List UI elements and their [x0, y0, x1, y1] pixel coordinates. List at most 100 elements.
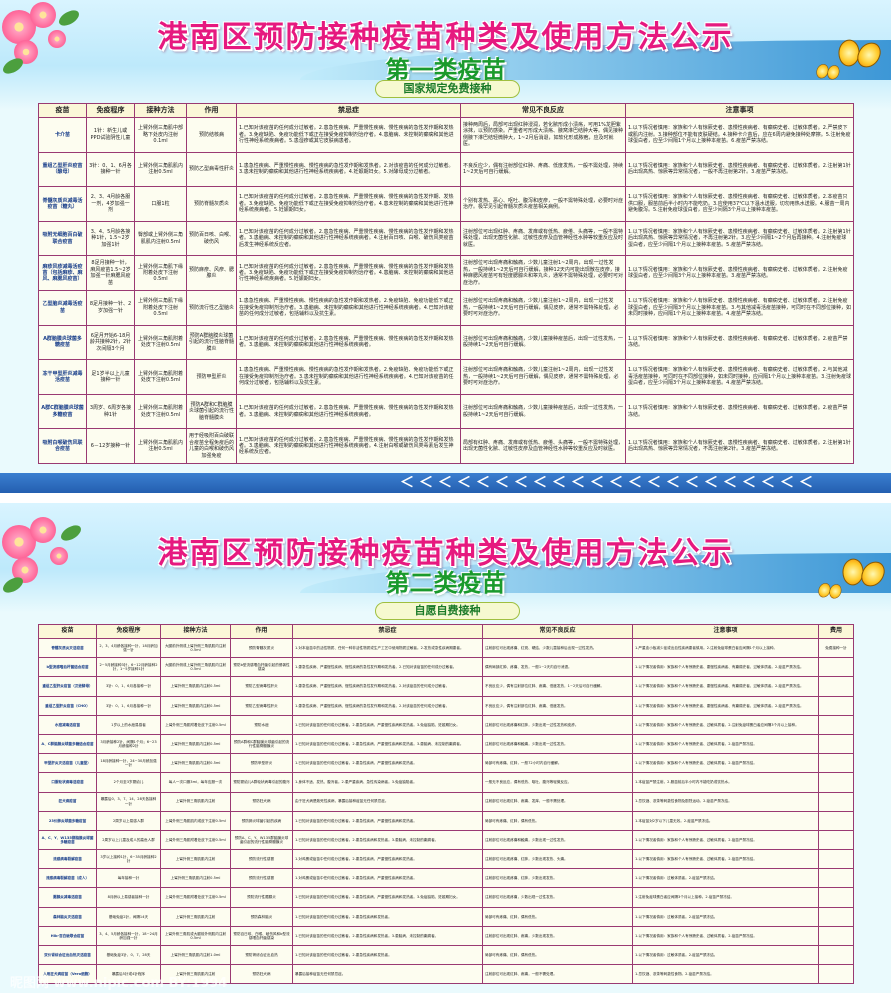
table-cell: 预防乙型病毒性肝炎: [186, 151, 237, 188]
table-cell: 注射部位可出现疼痛和触痛，少数儿童接种疫苗后，出现一过性发热，一般持续1~2天后…: [460, 324, 626, 361]
table-cell: 1.已知对该疫苗的任何成分过敏者。2.患急性疾病、严重慢性疾病和发热者。3.免疫…: [292, 714, 483, 735]
vaccine-name-cell: A、C、Y、W135群脑膜炎球菌多糖疫苗: [38, 829, 97, 851]
table-cell: 1.已知对该疫苗的任何成分过敏者。2.患急性疾病、严重慢性疾病、慢性疾病的急性发…: [236, 428, 461, 464]
table-cell: [818, 829, 854, 851]
table-cell: 预防乙型病毒性肝炎: [230, 676, 293, 697]
table-row: 卡介苗 1针：新生儿或PPD试验阴性儿童 上臂外侧三角肌中部略下处皮内注射0.1ml…: [38, 117, 854, 153]
table-cell: 局部可有疼痛、红肿，偶有低热。: [482, 906, 633, 927]
table-cell: 1.已知对该疫苗的任何成分过敏者。2.患急性疾病和发热者。: [292, 944, 483, 966]
table-cell: 预防A、C、Y、W135群脑膜炎球菌引起的流行性脑脊髓膜炎: [230, 829, 293, 851]
table-cell: 注射部位可出现疼痛和触痛，少数出现一过性发热。: [482, 829, 633, 851]
table-cell: 注射部位可出现疼痛和触痛，少数儿童注射1~2周内，出现一过性发热，一般持续1~2…: [460, 255, 626, 291]
vaccine-name-cell: 双价肾综合征出血热灭活疫苗: [38, 944, 97, 966]
table-cell: 注射部位可出现红肿、疼痛，少数出现发热。: [482, 925, 633, 947]
table-row: 双价肾综合征出血热灭活疫苗 基础免疫3针，0、7、28天 上臂外侧三角肌肌内注射1.…: [38, 944, 854, 966]
table-cell: 上臂外侧三角肌肌内注射: [160, 849, 231, 870]
table-cell: 预防百日咳、白喉、破伤风和b型流感嗜血杆菌感染: [230, 925, 293, 947]
table-cell: 上臂外侧三角肌附着处皮下注射0.5ml: [134, 324, 187, 361]
table-cell: 3针：0、1、6月各接种一针: [86, 151, 135, 188]
vaccine-name-cell: 冻干甲型肝炎减毒活疫苗: [38, 359, 87, 395]
table-cell: 1针：新生儿或PPD试验阴性儿童: [86, 117, 135, 153]
table-cell: 1.以下情况者慎用：家族和个人有惊厥史者、过敏体质者。2.疫苗严禁冻结。: [632, 849, 819, 870]
table-cell: 局部可有疼痛、红肿，一般72小时内自行缓解。: [482, 753, 633, 774]
table-cell: 1.忌饮酒、浓茶等刺激性食物。2.疫苗严禁冻结。: [632, 964, 819, 985]
table-cell: 8足月接种一针、2岁加强一针: [86, 289, 135, 326]
vaccine-name-cell: 森林脑炎灭活疫苗: [38, 906, 97, 927]
table-cell: 上臂外侧三角肌肌内注射1.0ml: [160, 944, 231, 966]
table-cell: 1.以下情况者慎用：家族和个人有惊厥史者、过敏体质者。2.疫苗严禁冻结。: [632, 733, 819, 755]
table-cell: [818, 810, 854, 831]
table-cell: 1.已知对该疫苗的任何成分过敏者。2.患急性疾病、严重慢性疾病、慢性疾病的急性发…: [236, 117, 461, 153]
table-cell: 注射部位可出现疼痛和触痛，少数儿童注射1~2周内，出现一过性发热，一般持续1~2…: [460, 289, 626, 326]
table-cell: 预防狂犬病: [230, 791, 293, 812]
column-header: 禁忌症: [292, 624, 483, 639]
table-cell: 注射部位可出现疼痛、红肿，少数出现发热、头痛。: [482, 849, 633, 870]
table-cell: 1.已知对该疫苗的任何成分过敏者。2.患急性疾病、严重慢性疾病和发热者。3.患脑…: [292, 733, 483, 755]
vaccine-name-cell: 23价肺炎球菌多糖疫苗: [38, 810, 97, 831]
table-cell: 注射部位可出现疼痛，少数出现一过性发热。: [482, 887, 633, 908]
table-cell: 3周岁、6周岁各接种1针: [86, 393, 135, 430]
table-cell: 预防肺炎球菌引起的疾病: [230, 810, 293, 831]
table-cell: 上臂外侧三角肌肌内注射0.5ml: [160, 868, 231, 889]
table-cell: 1.以下情况者慎用：家族和个人有惊厥史者、过敏体质者。2.注射免疫球蛋白者应间隔…: [632, 714, 819, 735]
table-cell: 预防流行性腮腺炎: [230, 887, 293, 908]
table-cell: 8月龄以上易感者接种一针: [96, 887, 161, 908]
table-cell: 偶有局部红肿、疼痛、发热，一般1~2天内自行消退。: [482, 657, 633, 678]
table-cell: 不良反应少，偶有注射部位红肿、疼痛、低度发热。: [482, 695, 633, 716]
section-title: 第二类疫苗: [385, 568, 506, 597]
vaccine-name-cell: 麻疹风疹减毒活疫苗（包括麻疹、麻风、麻腮风疫苗）: [38, 255, 87, 291]
table-cell: 口服1粒: [134, 186, 187, 222]
table-cell: 预防狂犬病: [230, 964, 293, 985]
table-cell: 3岁以上接种1针，6~35月龄接种2针: [96, 849, 161, 870]
table-cell: 18月龄接种一针，24~30月龄加强一针: [96, 753, 161, 774]
column-header: 禁忌症: [236, 103, 461, 118]
table-cell: 预防流行性感冒: [230, 849, 293, 870]
table-cell: 不良反应少，偶有注射部位红肿、疼痛、低度发热，1~2天后可自行缓解。: [482, 676, 633, 697]
table-cell: 1.以下情况者慎用：过敏体质者。2.疫苗严禁冻结。: [632, 868, 819, 889]
table-row: 口服轮状病毒活疫苗 2个月至3岁婴幼儿 每人一次口服3ml，每年应服一次 预防婴幼儿A…: [38, 772, 854, 793]
column-header: 疫苗: [38, 624, 97, 639]
table-cell: 1.患急性疾病、严重慢性疾病、慢性疾病的急性发作期和发热者。2.对该疫苗的任何成…: [292, 676, 483, 697]
table-cell: [818, 714, 854, 735]
table-cell: 足1岁半以上儿童接种一针: [86, 359, 135, 395]
table-cell: 1.患急性疾病、严重慢性疾病、慢性疾病的急性发作期和发热者。2.免疫缺陷、免疫功…: [236, 359, 461, 395]
vaccine-name-cell: 脊髓灰质炎灭活疫苗: [38, 637, 97, 659]
table-cell: 预防脊髓灰质炎: [230, 637, 293, 659]
table-cell: 上臂外侧三角肌肌内注射0.5ml: [160, 695, 231, 716]
table-row: 重组乙型肝炎疫苗（CHO） 3针：0、1、6月各接种一针 上臂外侧三角肌肌内注射0.…: [38, 695, 854, 716]
table-cell: 1.本疫苗对2岁以下儿童无效。2.疫苗严禁冻结。: [632, 810, 819, 831]
column-header: 常见不良反应: [482, 624, 633, 639]
table-cell: [818, 944, 854, 966]
vaccine-name-cell: A、C群脑膜炎球菌多糖结合疫苗: [38, 733, 97, 755]
table-cell: 预防甲型肝炎: [186, 359, 237, 395]
column-header: 免疫程序: [96, 624, 161, 639]
table-cell: 1.患急性疾病、严重慢性疾病、慢性疾病的急性发作期和发热者。2.对该疫苗的任何成…: [292, 695, 483, 716]
table-cell: 臀部或上臂外侧三角肌肌内注射0.5ml: [134, 220, 187, 257]
table-cell: 上臂外侧三角肌肌内注射0.5ml: [160, 753, 231, 774]
table-cell: 基础免疫2针，间隔14天: [96, 906, 161, 927]
table-cell: 预防结核病: [186, 117, 237, 153]
table-cell: 预防森林脑炎: [230, 906, 293, 927]
table-cell: 注射部位可出现疼痛和触痛，少数儿童注射1~2周内，出现一过性发热，一般持续1~2…: [460, 359, 626, 395]
table-cell: 3、4、5月龄各接种1针，1.5~2岁加强1针: [86, 220, 135, 257]
table-cell: 2周岁以上易感人群: [96, 810, 161, 831]
table-cell: 1.已知对该疫苗的任何成分过敏者。2.患急性疾病和发热者。3.患脑病、未控制的癫…: [292, 829, 483, 851]
vaccine-name-cell: b型流感嗜血杆菌结合疫苗: [38, 657, 97, 678]
table-cell: 1岁以上的水痘易感者: [96, 714, 161, 735]
table-cell: [818, 676, 854, 697]
table-cell: [818, 772, 854, 793]
column-header: 常见不良反应: [460, 103, 626, 118]
table-cell: 预防水痘: [230, 714, 293, 735]
table-cell: 上臂外侧三角肌肌内注射0.5ml: [134, 428, 187, 464]
section-badge: 自愿自费接种: [375, 602, 520, 620]
table-cell: 暴露后0、3、7、14、28天各接种一针: [96, 791, 161, 812]
table-cell: 3针：0、1、6月各接种一针: [96, 676, 161, 697]
table-cell: 上臂外侧三角肌肌内注射0.5ml: [134, 151, 187, 188]
table-cell: 预防肾综合征出血热: [230, 944, 293, 966]
table-cell: 上臂外侧三角肌肌内注射: [160, 791, 231, 812]
table-cell: 1.以下情况者慎用：家族和个人有惊厥史者、患慢性疾病者、有癫痫史者、过敏体质者。…: [625, 255, 854, 291]
table-cell: 注射部位可出现疼痛和触痛，少数出现一过性发热。: [482, 733, 633, 755]
column-header: 接种方法: [160, 624, 231, 639]
table-cell: 上臂外侧三角肌附着处皮下注射0.5ml: [160, 714, 231, 735]
table-cell: 1.已知对该疫苗的任何成分过敏者。2.患急性疾病、严重慢性疾病、慢性疾病的急性发…: [236, 186, 461, 222]
